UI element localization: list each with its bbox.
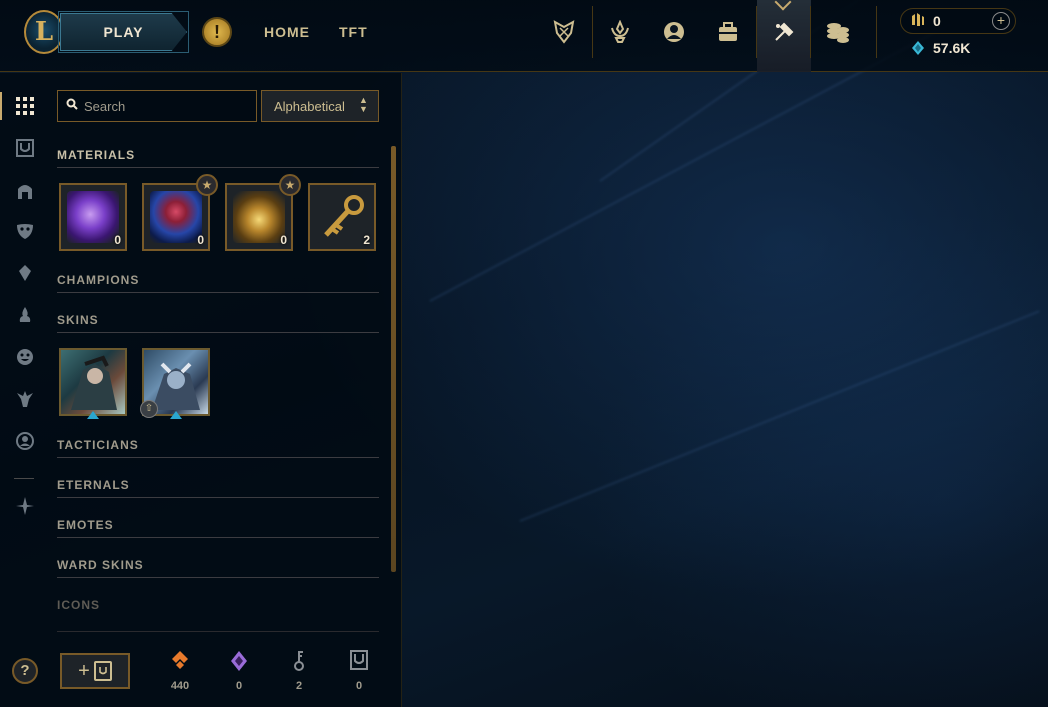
material-count: 0 — [197, 233, 204, 247]
category-champions[interactable]: CHAMPIONS — [57, 273, 379, 293]
sidebar-profile-icon[interactable] — [12, 428, 38, 454]
sidebar-separator — [14, 478, 34, 479]
add-riot-points-button[interactable]: + — [992, 12, 1010, 30]
skin-rarity-icon — [170, 411, 182, 419]
mythic-essence-stat: 0 — [219, 650, 259, 692]
key-icon — [316, 191, 368, 243]
nav-home[interactable]: HOME — [264, 24, 310, 40]
key-fragment-stat: 2 — [279, 650, 319, 692]
material-count: 2 — [363, 233, 370, 247]
sidebar-all-icon[interactable] — [12, 93, 38, 119]
chest-icon — [339, 650, 379, 674]
store-icon[interactable] — [822, 16, 854, 48]
category-tacticians[interactable]: TACTICIANS — [57, 438, 379, 458]
key-fragment-icon — [279, 650, 319, 674]
blue-essence-value: 57.6K — [933, 40, 971, 56]
nav-tft[interactable]: TFT — [339, 24, 368, 40]
top-separator — [810, 6, 811, 58]
sidebar-skin-icon[interactable] — [12, 218, 38, 244]
skin-shard-icon — [71, 355, 117, 410]
chest-icon — [93, 661, 112, 681]
plus-icon: + — [78, 659, 90, 682]
sidebar-ward-icon[interactable] — [12, 386, 38, 412]
blue-essence-icon — [910, 40, 926, 60]
star-badge-icon: ★ — [279, 174, 301, 196]
orange-essence-icon — [160, 650, 200, 674]
orange-essence-value: 440 — [170, 680, 190, 692]
profile-icon[interactable] — [658, 16, 690, 48]
capsule-icon — [150, 191, 202, 243]
rewards-icon[interactable] — [604, 16, 636, 48]
category-materials[interactable]: MATERIALS — [57, 148, 379, 168]
sidebar-active-indicator — [0, 92, 2, 120]
mythic-essence-icon — [67, 191, 119, 243]
collection-icon[interactable] — [712, 16, 744, 48]
top-separator — [592, 6, 593, 58]
material-tile[interactable]: 2 — [308, 183, 376, 251]
upgrade-badge-icon: ⇧ — [140, 400, 158, 418]
top-separator — [876, 6, 877, 58]
help-button[interactable]: ? — [12, 658, 38, 684]
loot-icon[interactable] — [768, 16, 800, 48]
sidebar-tactician-icon[interactable] — [12, 260, 38, 286]
chest-icon — [233, 191, 285, 243]
top-navigation-bar: L PLAY ! HOME TFT 0 + 57.6K — [0, 0, 1048, 72]
skin-rarity-icon — [87, 411, 99, 419]
riot-points-value: 0 — [933, 13, 941, 29]
category-emotes[interactable]: EMOTES — [57, 518, 379, 538]
material-count: 0 — [280, 233, 287, 247]
category-eternals[interactable]: ETERNALS — [57, 478, 379, 498]
mythic-essence-icon — [219, 650, 259, 674]
skin-shard-tile[interactable] — [59, 348, 127, 416]
play-button[interactable]: PLAY — [60, 13, 187, 51]
sort-arrows-icon: ▲ ▼ — [359, 95, 368, 114]
sidebar-chest-icon[interactable] — [12, 135, 38, 161]
search-input[interactable] — [84, 95, 249, 117]
search-icon — [66, 98, 78, 113]
loot-scrollbar[interactable] — [391, 146, 396, 572]
category-icons[interactable]: ICONS — [57, 598, 379, 632]
material-tile[interactable]: 0 — [59, 183, 127, 251]
sidebar-champion-icon[interactable] — [12, 178, 38, 204]
alert-icon[interactable]: ! — [202, 17, 232, 47]
sidebar-emote-icon[interactable] — [12, 344, 38, 370]
orange-essence-stat: 440 — [160, 650, 200, 692]
category-ward-skins[interactable]: WARD SKINS — [57, 558, 379, 578]
material-count: 0 — [114, 233, 121, 247]
riot-points-icon — [910, 12, 926, 32]
star-badge-icon: ★ — [196, 174, 218, 196]
chest-stat: 0 — [339, 650, 379, 692]
clash-icon[interactable] — [548, 16, 580, 48]
mythic-essence-value: 0 — [235, 680, 243, 692]
sidebar-event-icon[interactable] — [12, 493, 38, 519]
chest-value: 0 — [355, 680, 363, 692]
sidebar-eternals-icon[interactable] — [12, 302, 38, 328]
category-skins[interactable]: SKINS — [57, 313, 379, 333]
key-fragment-value: 2 — [295, 680, 303, 692]
craft-key-button[interactable]: + — [60, 653, 130, 689]
